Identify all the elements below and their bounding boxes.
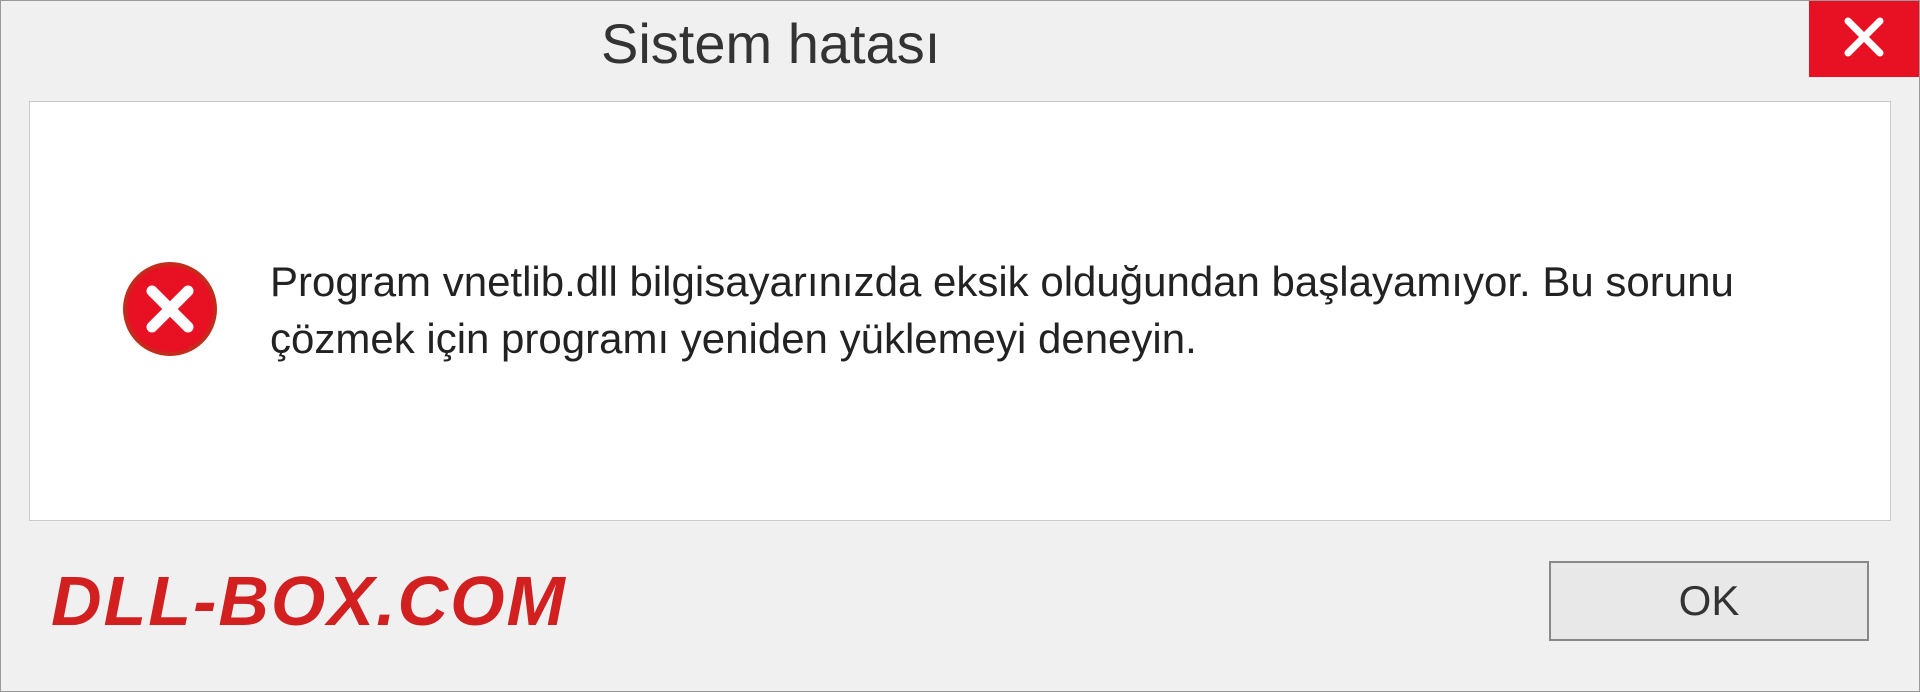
- close-icon: [1840, 13, 1888, 66]
- watermark-text: DLL-BOX.COM: [51, 561, 567, 641]
- footer: DLL-BOX.COM OK: [1, 521, 1919, 691]
- content-area: Program vnetlib.dll bilgisayarınızda eks…: [29, 101, 1891, 521]
- error-dialog: Sistem hatası Program vnetlib.dll bilgis…: [0, 0, 1920, 692]
- error-message: Program vnetlib.dll bilgisayarınızda eks…: [270, 254, 1770, 367]
- dialog-title: Sistem hatası: [1, 1, 940, 76]
- close-button[interactable]: [1809, 1, 1919, 77]
- ok-button[interactable]: OK: [1549, 561, 1869, 641]
- titlebar: Sistem hatası: [1, 1, 1919, 91]
- error-icon: [120, 259, 220, 364]
- ok-button-label: OK: [1679, 577, 1740, 625]
